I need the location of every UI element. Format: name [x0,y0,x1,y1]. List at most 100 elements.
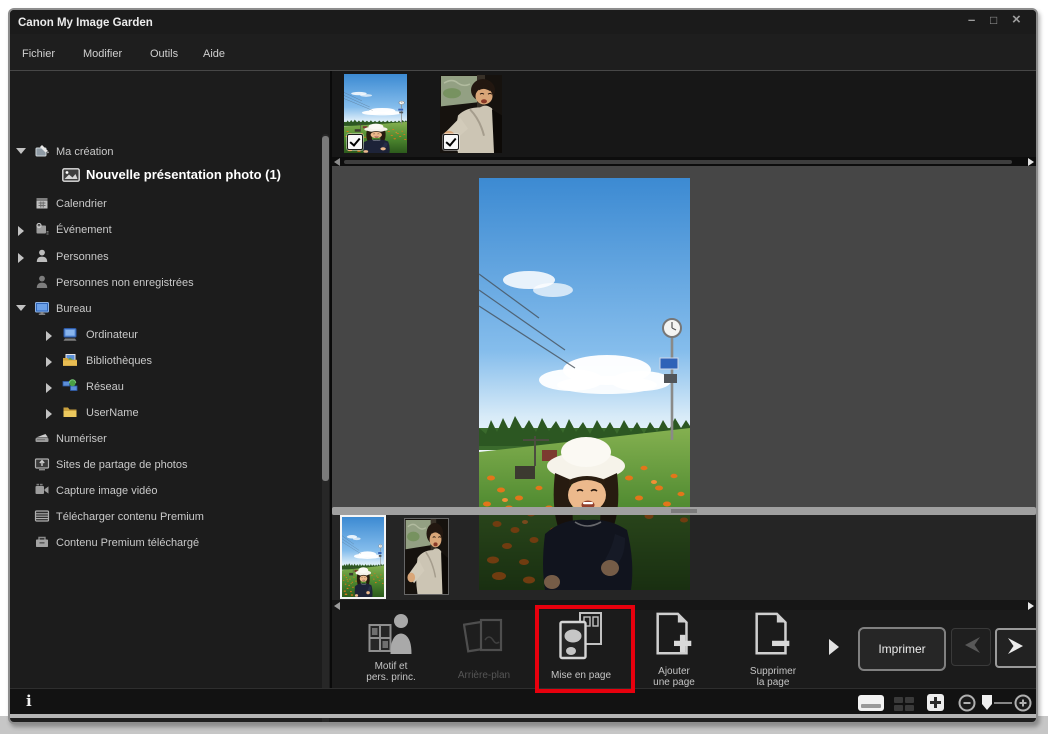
expand-tools-icon[interactable] [828,638,840,661]
window-bottom-frame [10,714,1036,718]
material-thumbnail-car[interactable] [440,75,502,153]
button-label: Arrière-plan [458,670,510,681]
scroll-left-icon[interactable] [334,158,340,166]
sidebar-vertical-scrollbar[interactable] [322,134,329,724]
calendar-icon [34,195,50,211]
material-thumbnail-field[interactable] [344,74,407,153]
sidebar-item-numeriser[interactable]: Numériser [10,428,318,450]
button-label: Supprimer [750,666,796,677]
page-thumbnail-2[interactable] [404,518,449,595]
sidebar-item-label: Bibliothèques [86,355,152,367]
sidebar-item-nouvelle-presentation-photo[interactable]: Nouvelle présentation photo (1) [10,164,318,190]
sidebar-item-bureau[interactable]: Bureau [10,298,318,320]
sidebar-item-ordinateur[interactable]: Ordinateur [10,324,318,346]
sidebar-item-label: Télécharger contenu Premium [56,511,204,523]
mise-en-page-button[interactable]: Mise en page [541,611,621,681]
menu-modifier[interactable]: Modifier [83,48,122,60]
previous-page-button [951,628,991,666]
my-creations-icon [34,143,50,159]
navigation-sidebar: Ma création Nouvelle présentation photo … [10,71,332,688]
premium-download-icon [34,508,50,524]
computer-icon [62,326,78,342]
sidebar-item-contenu-premium[interactable]: Contenu Premium téléchargé [10,532,318,554]
sidebar-item-label: Nouvelle présentation photo (1) [86,167,281,182]
button-label: une page [653,677,695,688]
grid-view-icon [894,697,914,711]
maximize-button[interactable]: □ [990,13,997,27]
sidebar-item-sites-de-partage[interactable]: Sites de partage de photos [10,454,318,476]
sidebar-item-label: Événement [56,224,112,236]
info-icon[interactable]: i [26,692,32,710]
title-bar[interactable]: Canon My Image Garden – □ × [10,10,1036,34]
sidebar-item-username[interactable]: UserName [10,402,318,424]
sidebar-item-label: Personnes non enregistrées [56,277,194,289]
materials-strip-scrollbar[interactable] [332,157,1036,166]
imprimer-button[interactable]: Imprimer [858,627,946,671]
sidebar-item-personnes[interactable]: Personnes [10,246,318,268]
chevron-collapsed-icon[interactable] [46,383,52,393]
video-capture-icon [34,482,50,498]
chevron-collapsed-icon[interactable] [18,226,24,236]
preview-horizontal-scrollbar[interactable] [332,507,1036,515]
sidebar-item-label: Personnes [56,251,109,263]
app-window: Canon My Image Garden – □ × Fichier Modi… [8,8,1038,724]
sidebar-item-capture-video[interactable]: Capture image vidéo [10,480,318,502]
scroll-right-icon[interactable] [1028,602,1034,610]
chevron-expanded-icon[interactable] [16,305,26,311]
sidebar-item-label: Sites de partage de photos [56,459,187,471]
chevron-collapsed-icon[interactable] [46,357,52,367]
scanner-icon [34,430,50,446]
zoom-slider-handle[interactable] [982,695,992,710]
menu-fichier[interactable]: Fichier [22,48,55,60]
desktop-icon [34,300,50,316]
layout-icon [558,611,604,666]
button-label: pers. princ. [366,672,415,683]
supprimer-page-button[interactable]: Supprimer la page [736,611,810,688]
add-page-icon [654,611,694,664]
sidebar-item-reseau[interactable]: Réseau [10,376,318,398]
minimize-button[interactable]: – [968,12,975,27]
fit-view-icon[interactable] [927,694,944,711]
checked-checkbox-icon[interactable] [443,134,459,150]
user-folder-icon [62,404,78,420]
menu-bar: Fichier Modifier Outils Aide [10,34,1036,71]
chevron-collapsed-icon[interactable] [46,331,52,341]
sidebar-item-ma-creation[interactable]: Ma création [10,141,318,163]
scroll-left-icon[interactable] [334,602,340,610]
sidebar-item-personnes-non-enregistrees[interactable]: Personnes non enregistrées [10,272,318,294]
checked-checkbox-icon[interactable] [347,134,363,150]
sidebar-item-label: Réseau [86,381,124,393]
close-button[interactable]: × [1012,11,1021,28]
people-icon [34,248,50,264]
photo-presentation-icon [62,168,80,182]
sidebar-item-label: Capture image vidéo [56,485,158,497]
single-view-icon[interactable] [858,695,884,711]
button-label: Ajouter [658,666,690,677]
chevron-expanded-icon[interactable] [16,148,26,154]
chevron-collapsed-icon[interactable] [18,253,24,263]
button-label: Motif et [375,661,408,672]
sidebar-item-bibliotheques[interactable]: Bibliothèques [10,350,318,372]
chevron-collapsed-icon[interactable] [46,409,52,419]
sidebar-item-telecharger-premium[interactable]: Télécharger contenu Premium [10,506,318,528]
scrollbar-thumb[interactable] [322,136,329,481]
menu-aide[interactable]: Aide [203,48,225,60]
sidebar-item-calendrier[interactable]: Calendrier [10,193,318,215]
screenshot-stage: Canon My Image Garden – □ × Fichier Modi… [0,0,1048,734]
pages-strip-scrollbar[interactable] [332,600,1036,610]
zoom-slider-track[interactable] [994,702,1012,704]
sidebar-item-label: UserName [86,407,139,419]
scroll-right-icon[interactable] [1028,158,1034,166]
scrollbar-thumb[interactable] [344,160,1012,164]
window-title: Canon My Image Garden [18,17,153,29]
menu-outils[interactable]: Outils [150,48,178,60]
sidebar-item-label: Bureau [56,303,91,315]
ajouter-page-button[interactable]: Ajouter une page [640,611,708,688]
page-thumbnail-current[interactable] [340,515,386,599]
sidebar-item-evenement[interactable]: Événement [10,219,318,241]
next-page-button[interactable] [995,628,1038,668]
selected-materials-strip [332,71,1036,158]
sidebar-item-label: Numériser [56,433,107,445]
photo-sharing-icon [34,456,50,472]
motif-button[interactable]: Motif et pers. princ. [356,612,426,683]
